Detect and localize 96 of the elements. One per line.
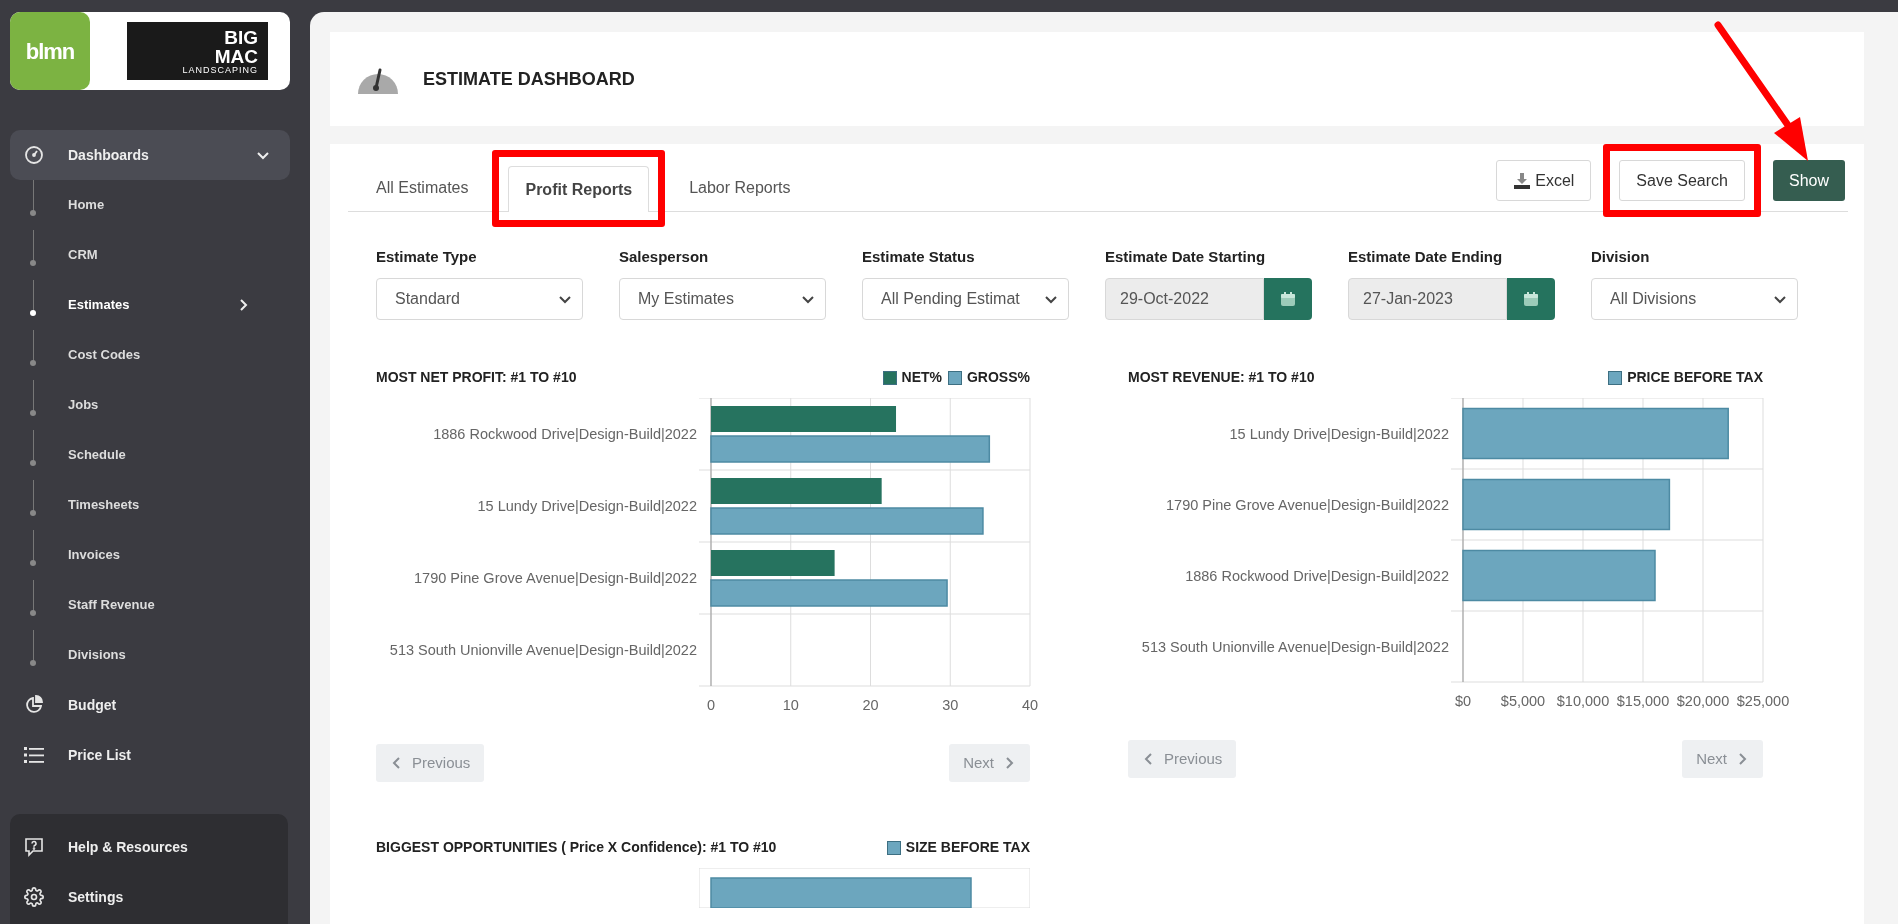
category-label: 1790 Pine Grove Avenue|Design-Build|2022 (414, 570, 697, 586)
axis-tick-label: $0 (1454, 693, 1472, 709)
calendar-icon (1523, 291, 1539, 307)
axis-tick-label: 0 (706, 697, 716, 713)
legend-swatch (948, 370, 962, 385)
select-field[interactable]: All Pending Estimat (862, 278, 1069, 320)
filter-label: Salesperson (619, 247, 710, 267)
nav-label: Timesheets (68, 496, 141, 515)
nav-subitem[interactable]: Schedule (0, 430, 300, 480)
page-title: ESTIMATE DASHBOARD (423, 67, 635, 91)
nav-item[interactable]: Dashboards (10, 130, 290, 180)
nav-item[interactable]: Help & Resources (10, 822, 288, 872)
nav-subitem[interactable]: Divisions (0, 630, 300, 680)
select-field[interactable]: My Estimates (619, 278, 826, 320)
nav-subitem[interactable]: Invoices (0, 530, 300, 580)
select-value: All Pending Estimat (881, 289, 1021, 309)
logo-text: MAC (214, 46, 258, 66)
nav-subitem[interactable]: Cost Codes (0, 330, 300, 380)
nav-label: CRM (68, 246, 99, 265)
select-value: My Estimates (638, 289, 735, 309)
tab[interactable]: Labor Reports (673, 165, 807, 211)
nav-label: Price List (68, 745, 133, 765)
list-icon (24, 746, 44, 764)
filter-label: Division (1591, 247, 1651, 267)
category-label: 513 South Unionville Avenue|Design-Build|2022 (1141, 638, 1449, 655)
nav-label: Cost Codes (68, 346, 142, 365)
calendar-icon (1280, 291, 1296, 307)
settings-icon (24, 887, 44, 907)
filter-label: Estimate Status (862, 247, 976, 267)
excel-button[interactable]: Excel (1496, 160, 1592, 201)
nav-label: Settings (68, 887, 124, 907)
category-label: 15 Lundy Drive|Design-Build|2022 (1229, 425, 1449, 442)
filter-label: Estimate Type (376, 247, 478, 267)
axis-tick-label: 10 (782, 697, 799, 713)
nav-subitem[interactable]: Staff Revenue (0, 580, 300, 630)
legend-label: GROSS% (967, 368, 1030, 387)
legend-swatch (882, 370, 897, 385)
select-field[interactable]: Standard (376, 278, 583, 320)
nav-label: Help & Resources (68, 837, 188, 857)
nav-label: Budget (68, 695, 118, 715)
filter-label: Estimate Date Starting (1105, 247, 1267, 267)
gauge-icon (24, 145, 44, 165)
axis-tick-label: 40 (1021, 697, 1039, 713)
chart-title: MOST NET PROFIT: #1 TO #10 (376, 368, 577, 387)
category-label: 1886 Rockwood Drive|Design-Build|2022 (433, 426, 697, 442)
help-icon (24, 837, 44, 857)
nav-subitem[interactable]: Timesheets (0, 480, 300, 530)
nav-subitem[interactable]: CRM (0, 230, 300, 280)
category-label: 15 Lundy Drive|Design-Build|2022 (477, 498, 697, 514)
legend-swatch (1608, 370, 1623, 385)
date-field[interactable]: 29-Oct-2022 (1105, 278, 1264, 320)
logo-text: BIG (224, 27, 258, 47)
save-search-button[interactable]: Save Search (1619, 160, 1745, 201)
tab[interactable]: Profit Reports (508, 166, 650, 212)
nav-label: Home (68, 196, 106, 215)
nav-label: Staff Revenue (68, 596, 156, 615)
axis-tick-label: $5,000 (1500, 693, 1546, 709)
axis-tick-label: 20 (862, 697, 879, 713)
date-field[interactable]: 27-Jan-2023 (1348, 278, 1507, 320)
axis-tick-label: $15,000 (1616, 693, 1670, 709)
category-label: 1790 Pine Grove Avenue|Design-Build|2022 (1166, 496, 1449, 513)
show-button[interactable]: Show (1772, 160, 1845, 201)
nav-label: Schedule (68, 446, 127, 465)
tab[interactable]: All Estimates (360, 165, 485, 211)
nav-label: Dashboards (68, 145, 150, 165)
axis-tick-label: $25,000 (1736, 693, 1790, 709)
axis-tick-label: 30 (942, 697, 959, 713)
logo-text: LANDSCAPING (182, 65, 258, 75)
nav-label: Estimates (68, 296, 131, 315)
chart-title: BIGGEST OPPORTUNITIES ( Price X Confidence): #1 TO #10 (376, 838, 777, 857)
nav-label: Divisions (68, 646, 127, 665)
nav-item[interactable]: Budget (10, 680, 290, 730)
nav-subitem[interactable]: Jobs (0, 380, 300, 430)
nav-item[interactable]: Price List (10, 730, 290, 780)
select-field[interactable]: All Divisions (1591, 278, 1798, 320)
category-label: 1886 Rockwood Drive|Design-Build|2022 (1185, 567, 1449, 584)
category-label: 513 South Unionville Avenue|Design-Build|2022 (389, 642, 697, 658)
legend-label: PRICE BEFORE TAX (1627, 368, 1763, 387)
nav-subitem[interactable]: Estimates (0, 280, 300, 330)
chart-title: MOST REVENUE: #1 TO #10 (1128, 368, 1315, 387)
calendar-button[interactable] (1264, 278, 1312, 320)
axis-tick-label: $10,000 (1556, 693, 1610, 709)
select-value: All Divisions (1610, 289, 1698, 309)
brand-logo: blmn (10, 12, 90, 90)
select-value: Standard (395, 289, 461, 309)
filter-label: Estimate Date Ending (1348, 247, 1504, 267)
nav-label: Invoices (68, 546, 122, 565)
legend-label: NET% (901, 368, 942, 387)
nav-label: Jobs (68, 396, 100, 415)
calendar-button[interactable] (1507, 278, 1555, 320)
pie-chart-icon (24, 695, 44, 715)
nav-subitem[interactable]: Home (0, 180, 300, 230)
axis-tick-label: $20,000 (1676, 693, 1730, 709)
legend-label: SIZE BEFORE TAX (905, 838, 1030, 857)
nav-item[interactable]: Settings (10, 872, 288, 922)
download-icon (1513, 171, 1532, 190)
